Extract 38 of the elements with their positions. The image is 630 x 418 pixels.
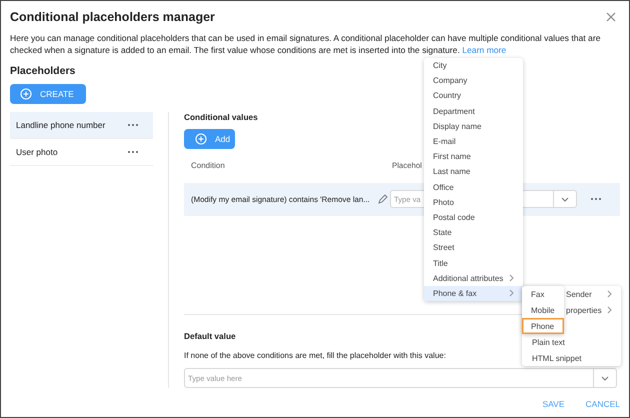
plus-icon xyxy=(195,132,207,145)
menu-item[interactable]: Fax xyxy=(522,286,564,302)
menu-item[interactable]: E-mail xyxy=(424,134,523,150)
menu-item[interactable]: City xyxy=(424,58,523,74)
column-header: Condition xyxy=(190,161,226,170)
chevron-down-icon[interactable] xyxy=(601,376,609,381)
menu-item[interactable]: Mobile xyxy=(522,302,564,318)
menu-item[interactable]: Plain text xyxy=(522,334,621,350)
more-icon[interactable] xyxy=(590,197,602,202)
pencil-icon[interactable] xyxy=(378,194,388,204)
menu-item[interactable]: Company xyxy=(424,73,523,88)
chevron-down-icon[interactable] xyxy=(561,196,569,202)
menu-item[interactable]: Photo xyxy=(424,194,523,210)
close-icon[interactable] xyxy=(606,12,616,22)
menu-item[interactable]: State xyxy=(424,225,523,240)
menu-item[interactable]: Phone & fax xyxy=(424,286,523,301)
menu-item[interactable]: Additional attributes xyxy=(424,270,523,286)
menu-item[interactable]: Office xyxy=(424,180,523,195)
dialog-title: Conditional placeholders manager xyxy=(10,10,215,24)
menu-item[interactable]: Country xyxy=(424,88,523,104)
menu-item[interactable]: Postal code xyxy=(424,210,523,226)
section-heading: Default value xyxy=(184,331,236,342)
more-icon xyxy=(127,123,139,127)
menu-item[interactable]: Display name xyxy=(424,118,523,134)
hint-text: If none of the above conditions are met, fill the placeholder with this value: xyxy=(184,351,446,360)
menu-item[interactable]: Last name xyxy=(424,164,523,180)
section-heading: Conditional values xyxy=(184,112,258,122)
menu-item[interactable]: Street xyxy=(424,240,523,256)
section-heading: Placeholders xyxy=(10,65,76,77)
more-icon xyxy=(127,150,139,154)
plus-icon xyxy=(20,88,32,100)
menu-item[interactable]: HTML snippet xyxy=(522,350,621,366)
menu-item[interactable]: Department xyxy=(424,104,523,119)
menu-item[interactable]: First name xyxy=(424,149,523,164)
menu-item[interactable]: Phone xyxy=(522,318,564,334)
placeholder-list-item[interactable]: Landline phone number xyxy=(10,112,153,139)
menu-item[interactable]: Title xyxy=(424,255,523,271)
description-text: Here you can manage conditional placeholders that can be used in email signatures. A conditional placeholder can have multiple conditional values that are checked when a signature is added to an email. The first value whose conditions are met is inserted into the signature. Learn more xyxy=(10,32,602,56)
